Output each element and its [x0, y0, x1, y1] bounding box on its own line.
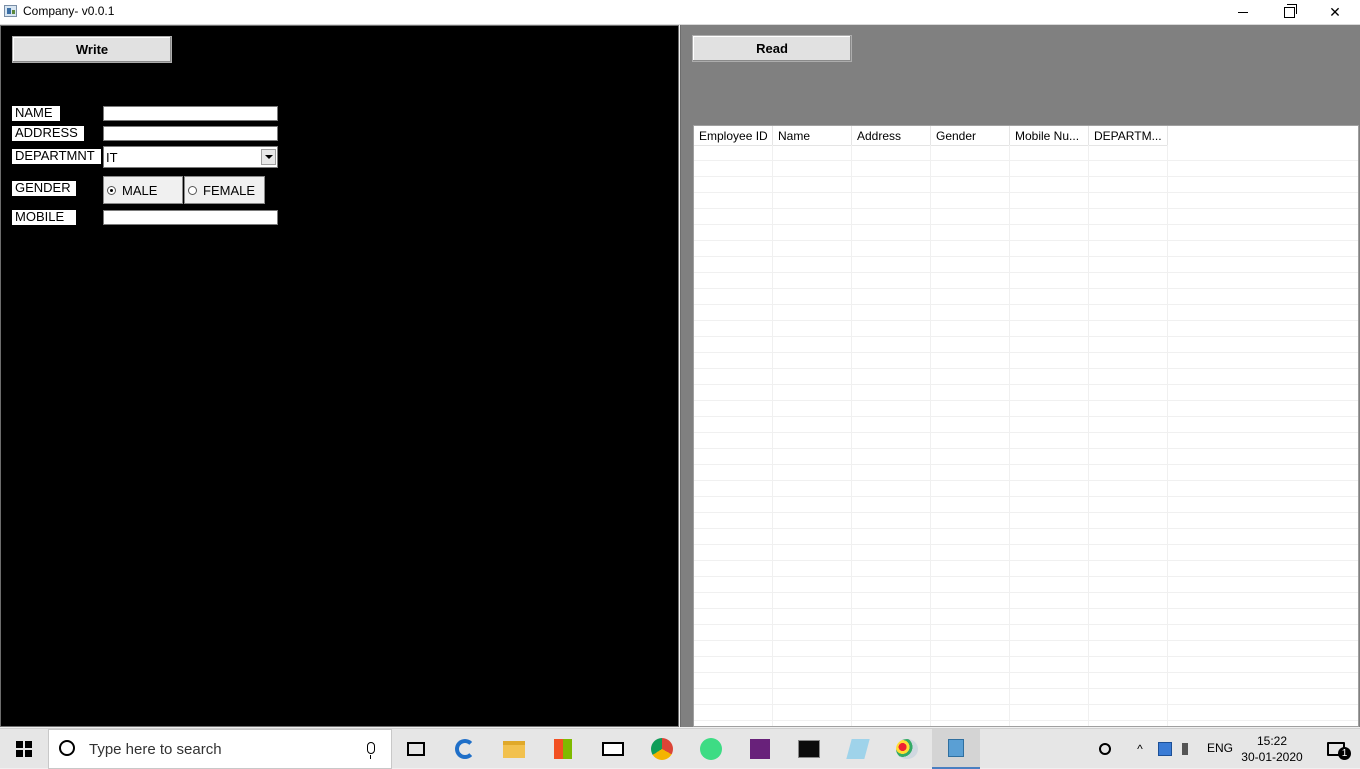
visual-studio-button[interactable] — [736, 729, 784, 769]
title-bar: Company- v0.0.1 ✕ — [0, 0, 1360, 25]
search-placeholder: Type here to search — [89, 741, 222, 758]
cortana-icon — [59, 740, 75, 756]
column-name[interactable]: Name — [773, 126, 852, 145]
language-indicator[interactable]: ENG — [1207, 741, 1233, 755]
task-view-button[interactable] — [392, 729, 440, 769]
windows-icon — [16, 741, 32, 757]
gender-female-radio[interactable]: FEMALE — [184, 176, 265, 204]
taskbar-search[interactable]: Type here to search — [48, 729, 392, 769]
notepad-icon — [846, 739, 870, 759]
paint-button[interactable] — [883, 729, 931, 769]
department-value: IT — [106, 150, 118, 165]
network-icon — [1158, 742, 1172, 756]
store-icon — [554, 739, 572, 759]
android-studio-icon — [700, 738, 722, 760]
gender-male-radio[interactable]: MALE — [103, 176, 183, 204]
taskbar: Type here to search ^ ENG 15:22 30-01-20… — [0, 728, 1360, 769]
mail-icon — [602, 742, 624, 756]
people-button[interactable] — [1090, 729, 1120, 769]
radio-unchecked-icon — [188, 185, 197, 195]
gender-label: GENDER — [12, 181, 76, 196]
address-label: ADDRESS — [12, 126, 84, 141]
restore-icon — [1283, 3, 1297, 18]
minimize-icon — [1238, 11, 1248, 13]
column-address[interactable]: Address — [852, 126, 931, 145]
column-gender[interactable]: Gender — [931, 126, 1010, 145]
gender-female-label: FEMALE — [203, 182, 256, 198]
address-field[interactable] — [103, 126, 278, 141]
volume-button[interactable] — [1178, 729, 1200, 769]
microphone-icon[interactable] — [367, 742, 375, 759]
grid-header: Employee ID Name Address Gender Mobile N… — [694, 126, 1358, 146]
department-label: DEPARTMNT — [12, 149, 101, 164]
android-studio-button[interactable] — [687, 729, 735, 769]
write-button[interactable]: Write — [12, 36, 172, 63]
mobile-label: MOBILE — [12, 210, 76, 225]
notepad-button[interactable] — [834, 729, 882, 769]
minimize-button[interactable] — [1220, 0, 1266, 24]
name-field[interactable] — [103, 106, 278, 121]
read-button[interactable]: Read — [692, 35, 852, 62]
write-panel: Write NAME ADDRESS DEPARTMNT IT GENDER M… — [0, 25, 679, 727]
gender-male-label: MALE — [122, 182, 158, 198]
mobile-field[interactable] — [103, 210, 278, 225]
dropdown-arrow-icon[interactable] — [261, 149, 276, 165]
restore-button[interactable] — [1266, 0, 1312, 24]
read-panel: Read Employee ID Name Address Gender Mob… — [680, 25, 1360, 727]
people-icon — [1099, 743, 1111, 755]
show-hidden-icons-button[interactable]: ^ — [1128, 729, 1152, 769]
company-app-button[interactable] — [932, 729, 980, 769]
app-icon — [4, 5, 17, 17]
mail-button[interactable] — [589, 729, 637, 769]
chevron-up-icon: ^ — [1137, 742, 1143, 756]
chrome-icon — [651, 738, 673, 760]
clock[interactable]: 15:22 30-01-2020 — [1236, 733, 1308, 765]
edge-button[interactable] — [441, 729, 489, 769]
action-center-button[interactable]: 1 — [1312, 729, 1360, 769]
notification-count: 1 — [1338, 747, 1351, 760]
name-label: NAME — [12, 106, 60, 121]
close-button[interactable]: ✕ — [1312, 0, 1358, 24]
task-view-icon — [407, 742, 425, 756]
file-explorer-button[interactable] — [490, 729, 538, 769]
chrome-button[interactable] — [638, 729, 686, 769]
close-icon: ✕ — [1329, 3, 1341, 20]
terminal-icon — [798, 740, 820, 758]
volume-muted-icon — [1182, 743, 1196, 755]
grid-empty-area — [1168, 145, 1358, 726]
column-mobile[interactable]: Mobile Nu... — [1010, 126, 1089, 145]
company-app-icon — [948, 739, 964, 757]
terminal-button[interactable] — [785, 729, 833, 769]
visual-studio-icon — [750, 739, 770, 759]
column-department[interactable]: DEPARTM... — [1089, 126, 1168, 145]
department-select[interactable]: IT — [103, 146, 278, 168]
clock-date: 30-01-2020 — [1241, 750, 1303, 764]
store-button[interactable] — [539, 729, 587, 769]
employee-grid[interactable]: Employee ID Name Address Gender Mobile N… — [693, 125, 1359, 727]
clock-time: 15:22 — [1256, 734, 1288, 748]
window-title: Company- v0.0.1 — [23, 4, 115, 18]
network-button[interactable] — [1154, 729, 1176, 769]
edge-icon — [455, 739, 475, 759]
column-employee-id[interactable]: Employee ID — [694, 126, 773, 145]
start-button[interactable] — [0, 729, 48, 769]
file-explorer-icon — [503, 740, 525, 758]
radio-checked-icon — [107, 185, 116, 195]
paint-icon — [896, 739, 918, 759]
